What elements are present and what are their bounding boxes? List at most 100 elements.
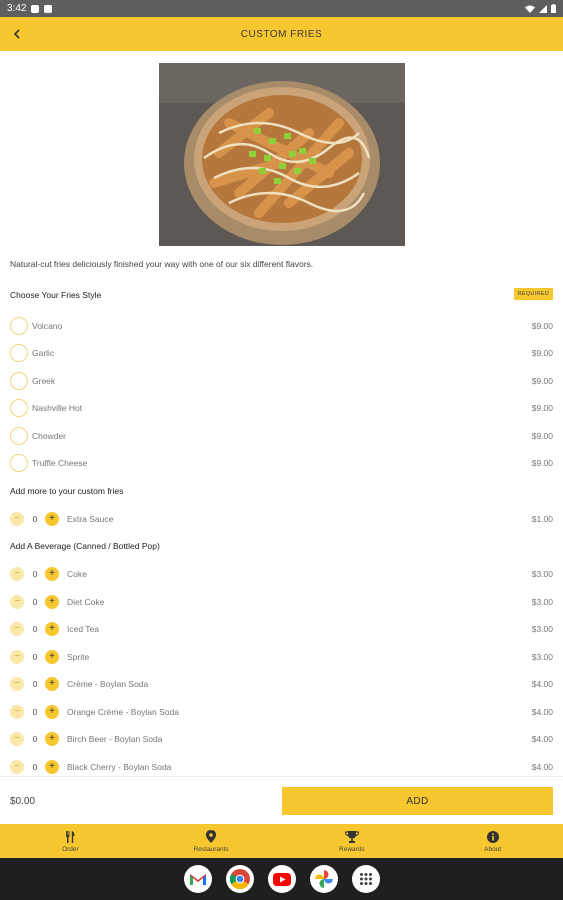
fries-option-row[interactable]: Chowder $9.00 xyxy=(0,425,563,447)
decrement-button[interactable]: − xyxy=(10,732,24,746)
decrement-button[interactable]: − xyxy=(10,567,24,581)
increment-button[interactable]: + xyxy=(45,595,59,609)
signal-icon xyxy=(539,4,547,13)
cutlery-icon xyxy=(63,830,77,844)
nav-item-restaurants[interactable]: Restaurants xyxy=(141,824,282,858)
radio-button[interactable] xyxy=(10,399,28,417)
youtube-app-icon[interactable] xyxy=(267,865,296,893)
decrement-button[interactable]: − xyxy=(10,677,24,691)
fries-option-row[interactable]: Nashville Hot $9.00 xyxy=(0,397,563,419)
beverage-price: $4.00 xyxy=(531,762,553,772)
add-to-order-button[interactable]: ADD xyxy=(282,787,553,815)
beverage-row: − 0 + Birch Beer - Boylan Soda $4.00 xyxy=(0,728,563,750)
beverage-heading: Add A Beverage (Canned / Bottled Pop) xyxy=(10,541,160,551)
beverage-row: − 0 + Diet Coke $3.00 xyxy=(0,591,563,613)
chrome-app-icon[interactable] xyxy=(225,865,254,893)
decrement-button[interactable]: − xyxy=(10,595,24,609)
item-detail-content[interactable]: Natural-cut fries deliciously finished y… xyxy=(0,51,563,776)
radio-button[interactable] xyxy=(10,454,28,472)
increment-button[interactable]: + xyxy=(45,760,59,774)
radio-button[interactable] xyxy=(10,344,28,362)
fries-option-label: Volcano xyxy=(32,321,63,331)
quantity-value: 0 xyxy=(32,597,38,607)
beverage-label: Crème - Boylan Soda xyxy=(67,679,149,689)
fries-option-row[interactable]: Truffle Cheese $9.00 xyxy=(0,452,563,474)
radio-button[interactable] xyxy=(10,317,28,335)
beverage-price: $4.00 xyxy=(531,734,553,744)
quantity-value: 0 xyxy=(32,679,38,689)
bottom-navigation: Order Restaurants Rewards About xyxy=(0,824,563,858)
increment-button[interactable]: + xyxy=(45,732,59,746)
fries-option-label: Truffle Cheese xyxy=(32,458,88,468)
order-total: $0.00 xyxy=(10,796,36,807)
quantity-value: 0 xyxy=(32,734,38,744)
nav-item-about[interactable]: About xyxy=(422,824,563,858)
beverage-label: Iced Tea xyxy=(67,624,99,634)
addon-row: − 0 + Extra Sauce $1.00 xyxy=(0,508,563,530)
increment-button[interactable]: + xyxy=(45,622,59,636)
decrement-button[interactable]: − xyxy=(10,760,24,774)
nav-label: About xyxy=(484,845,502,853)
decrement-button[interactable]: − xyxy=(10,705,24,719)
beverage-price: $4.00 xyxy=(531,707,553,717)
gmail-app-icon[interactable] xyxy=(183,865,212,893)
quantity-value: 0 xyxy=(32,624,38,634)
status-bar: 3:42 xyxy=(0,0,563,17)
option-price: $9.00 xyxy=(531,458,553,468)
decrement-button[interactable]: − xyxy=(10,622,24,636)
system-dock xyxy=(0,858,563,900)
option-price: $9.00 xyxy=(531,403,553,413)
fries-product-image xyxy=(159,63,405,246)
nav-item-order[interactable]: Order xyxy=(0,824,141,858)
beverage-row: − 0 + Crème - Boylan Soda $4.00 xyxy=(0,673,563,695)
increment-button[interactable]: + xyxy=(45,705,59,719)
beverage-label: Orange Crème - Boylan Soda xyxy=(67,707,179,717)
notification-icon xyxy=(31,4,40,13)
option-price: $9.00 xyxy=(531,376,553,386)
beverage-row: − 0 + Orange Crème - Boylan Soda $4.00 xyxy=(0,701,563,723)
increment-button[interactable]: + xyxy=(45,677,59,691)
beverage-row: − 0 + Sprite $3.00 xyxy=(0,646,563,668)
wifi-icon xyxy=(525,5,535,13)
option-price: $9.00 xyxy=(531,431,553,441)
app-drawer-icon[interactable] xyxy=(351,865,380,893)
radio-button[interactable] xyxy=(10,372,28,390)
fries-option-label: Chowder xyxy=(32,431,67,441)
addon-price: $1.00 xyxy=(531,514,553,524)
increment-button[interactable]: + xyxy=(45,650,59,664)
increment-button[interactable]: + xyxy=(45,512,59,526)
add-more-heading: Add more to your custom fries xyxy=(10,486,124,496)
fries-option-label: Greek xyxy=(32,376,56,386)
app-header: CUSTOM FRIES xyxy=(0,17,563,51)
nav-label: Restaurants xyxy=(193,845,229,853)
photos-app-icon[interactable] xyxy=(309,865,338,893)
nav-label: Order xyxy=(62,845,79,853)
fries-option-label: Nashville Hot xyxy=(32,403,83,413)
increment-button[interactable]: + xyxy=(45,567,59,581)
option-price: $9.00 xyxy=(531,348,553,358)
fries-option-row[interactable]: Volcano $9.00 xyxy=(0,315,563,337)
back-button[interactable] xyxy=(8,24,26,44)
beverage-price: $3.00 xyxy=(531,597,553,607)
quantity-value: 0 xyxy=(32,707,38,717)
beverage-label: Sprite xyxy=(67,652,90,662)
beverage-price: $3.00 xyxy=(531,569,553,579)
radio-button[interactable] xyxy=(10,427,28,445)
nav-item-rewards[interactable]: Rewards xyxy=(282,824,423,858)
decrement-button[interactable]: − xyxy=(10,650,24,664)
quantity-value: 0 xyxy=(32,762,38,772)
beverage-price: $3.00 xyxy=(531,624,553,634)
beverage-row: − 0 + Iced Tea $3.00 xyxy=(0,618,563,640)
page-title: CUSTOM FRIES xyxy=(240,28,323,40)
beverage-label: Coke xyxy=(67,569,87,579)
trophy-icon xyxy=(344,830,359,844)
fries-style-heading: Choose Your Fries Style xyxy=(10,290,102,300)
sd-card-icon xyxy=(44,4,53,13)
beverage-row: − 0 + Black Cherry - Boylan Soda $4.00 xyxy=(0,756,563,776)
decrement-button[interactable]: − xyxy=(10,512,24,526)
fries-option-row[interactable]: Greek $9.00 xyxy=(0,370,563,392)
fries-option-row[interactable]: Garlic $9.00 xyxy=(0,342,563,364)
required-badge: REQUIRED xyxy=(513,288,553,300)
quantity-value: 0 xyxy=(32,514,38,524)
addon-label: Extra Sauce xyxy=(67,514,114,524)
